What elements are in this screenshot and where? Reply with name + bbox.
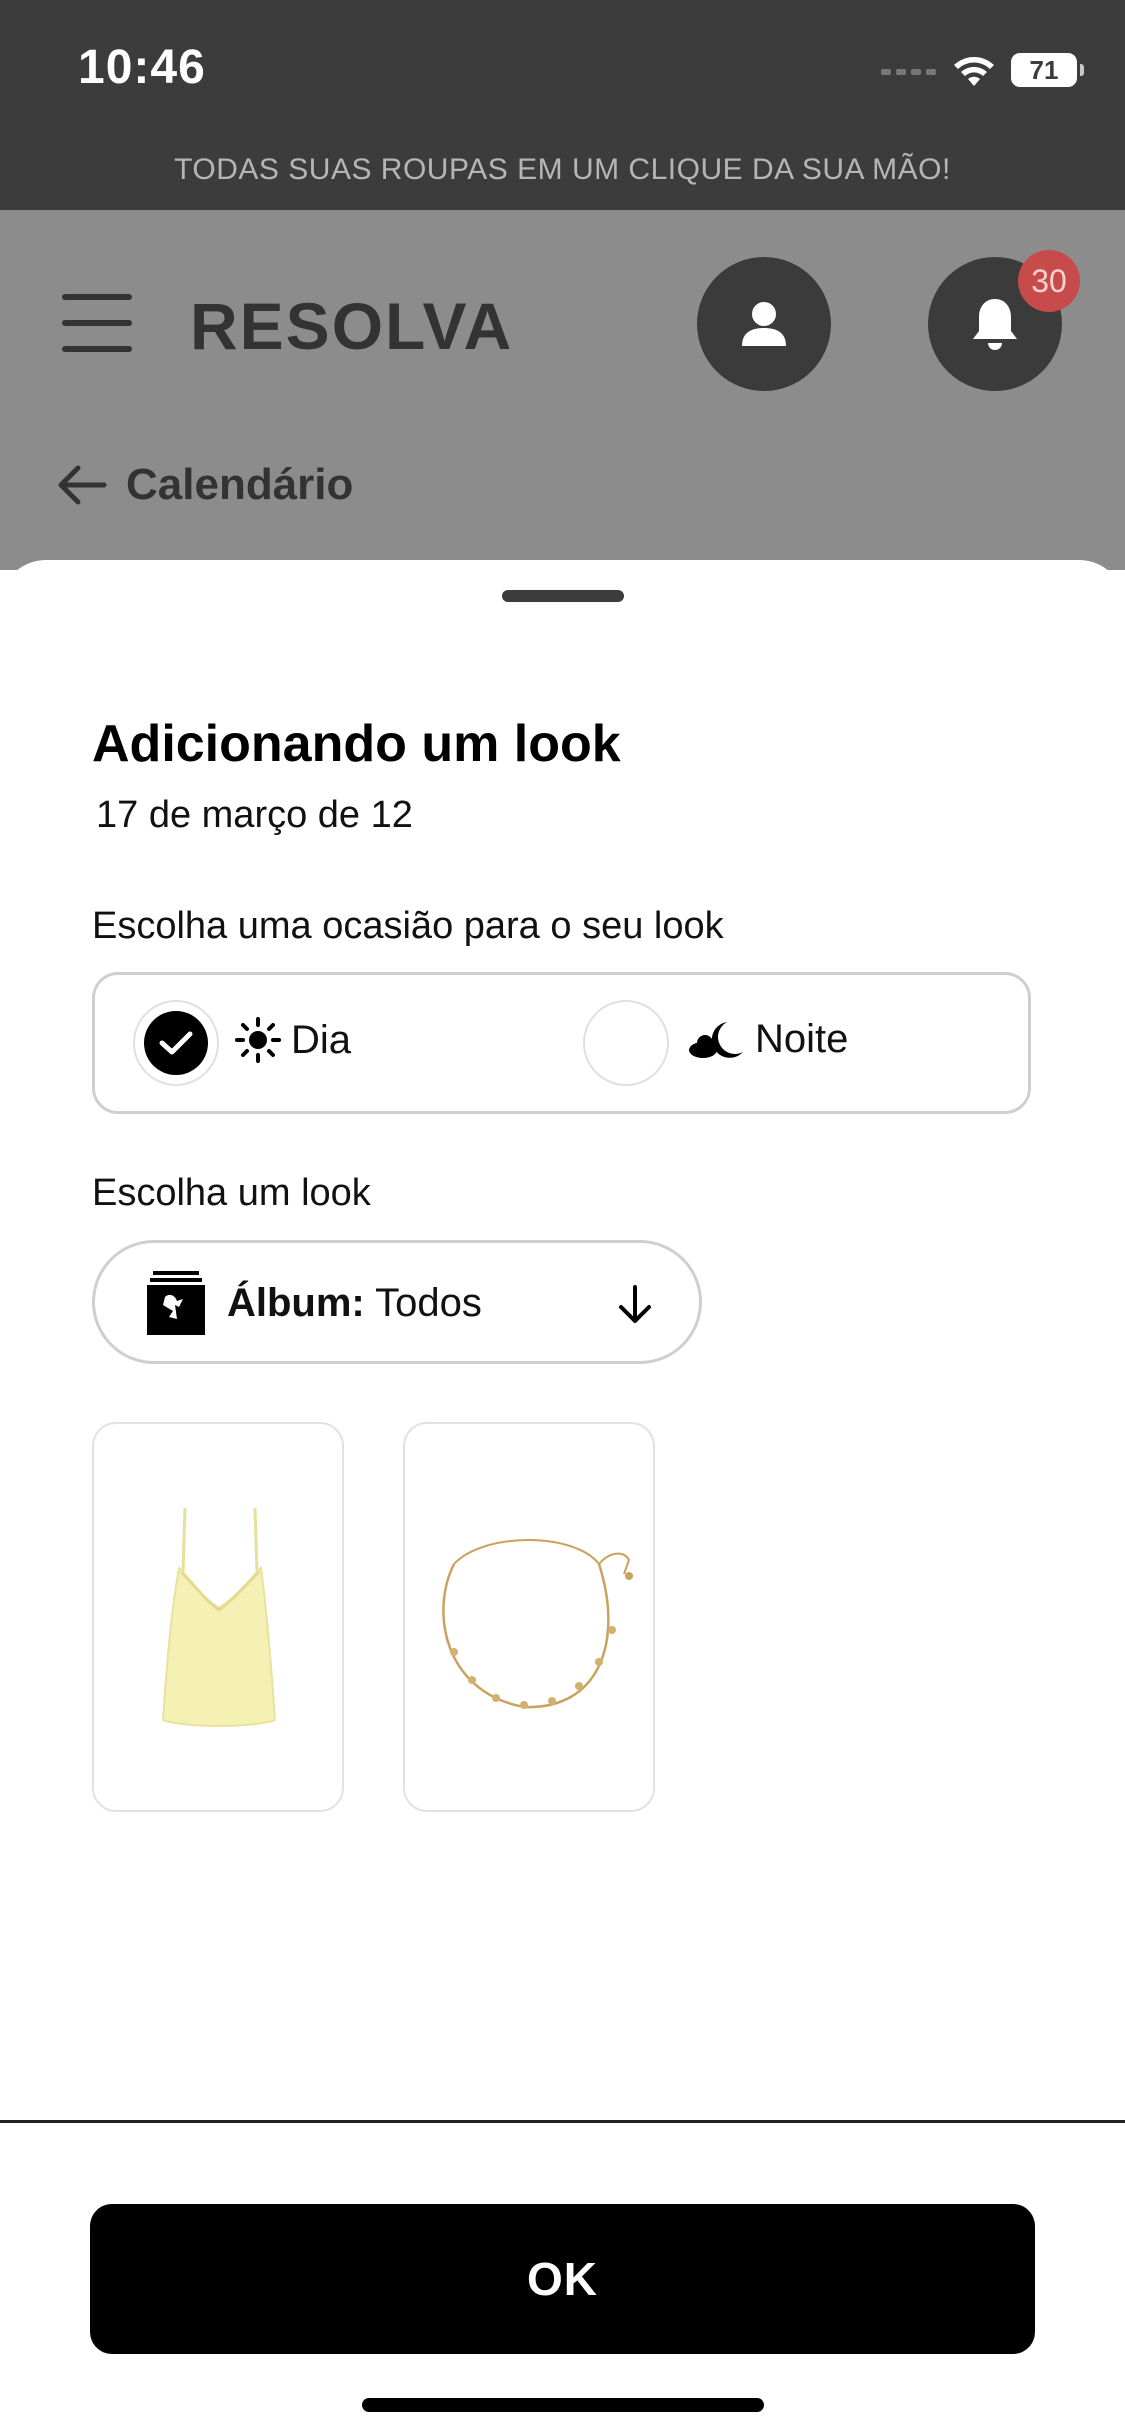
occasion-day-radio[interactable] xyxy=(133,1000,219,1086)
profile-button[interactable] xyxy=(697,257,831,391)
moon-cloud-icon xyxy=(689,1021,743,1058)
look-label: Escolha um look xyxy=(92,1172,371,1214)
ok-button[interactable]: OK xyxy=(90,2204,1035,2354)
brand-logo: RESOLVA xyxy=(190,289,514,363)
footer-divider xyxy=(0,2120,1125,2123)
home-indicator xyxy=(362,2398,764,2412)
album-prefix: Álbum: xyxy=(227,1281,365,1325)
status-bar: 10:46 71 xyxy=(0,0,1125,140)
menu-icon[interactable] xyxy=(62,294,132,354)
occasion-selector: Dia Noite xyxy=(92,972,1031,1114)
signal-icon xyxy=(881,69,936,75)
wifi-icon xyxy=(954,57,994,86)
sheet-date: 17 de março de 12 xyxy=(96,794,413,836)
check-icon xyxy=(159,1031,193,1055)
user-icon xyxy=(742,302,786,346)
sun-icon xyxy=(235,1017,281,1063)
sheet-grabber[interactable] xyxy=(502,590,624,602)
bell-icon xyxy=(973,299,1017,350)
arrow-down-icon xyxy=(619,1285,651,1323)
look-item-card[interactable] xyxy=(92,1422,344,1812)
app-header: RESOLVA 30 Calendário xyxy=(0,210,1125,570)
battery-indicator: 71 xyxy=(1011,53,1084,87)
album-dropdown[interactable]: Álbum: Todos xyxy=(92,1240,702,1364)
sheet-title: Adicionando um look xyxy=(92,715,621,773)
promo-banner: TODAS SUAS ROUPAS EM UM CLIQUE DA SUA MÃ… xyxy=(0,140,1125,210)
status-icons: 71 xyxy=(881,48,1084,92)
occasion-day-label: Dia xyxy=(291,1017,352,1062)
camisole-image xyxy=(161,1507,277,1727)
occasion-night-label: Noite xyxy=(755,1017,849,1061)
add-look-sheet: Adicionando um look 17 de março de 12 Es… xyxy=(0,560,1125,2436)
back-label: Calendário xyxy=(126,460,354,509)
occasion-label: Escolha uma ocasião para o seu look xyxy=(92,905,724,947)
look-item-card[interactable] xyxy=(403,1422,655,1812)
occasion-night-option[interactable]: Noite xyxy=(687,1017,848,1062)
album-icon xyxy=(147,1271,205,1335)
arrow-left-icon xyxy=(58,465,107,505)
status-time: 10:46 xyxy=(78,41,206,94)
occasion-day-option[interactable]: Dia xyxy=(235,1017,351,1063)
notification-badge: 30 xyxy=(1018,250,1080,312)
album-selection: Todos xyxy=(375,1281,482,1325)
necklace-image xyxy=(442,1539,633,1709)
battery-level: 71 xyxy=(1029,54,1059,85)
album-value: Álbum: Todos xyxy=(227,1281,482,1326)
back-button[interactable]: Calendário xyxy=(56,460,353,510)
occasion-night-radio[interactable] xyxy=(583,1000,669,1086)
